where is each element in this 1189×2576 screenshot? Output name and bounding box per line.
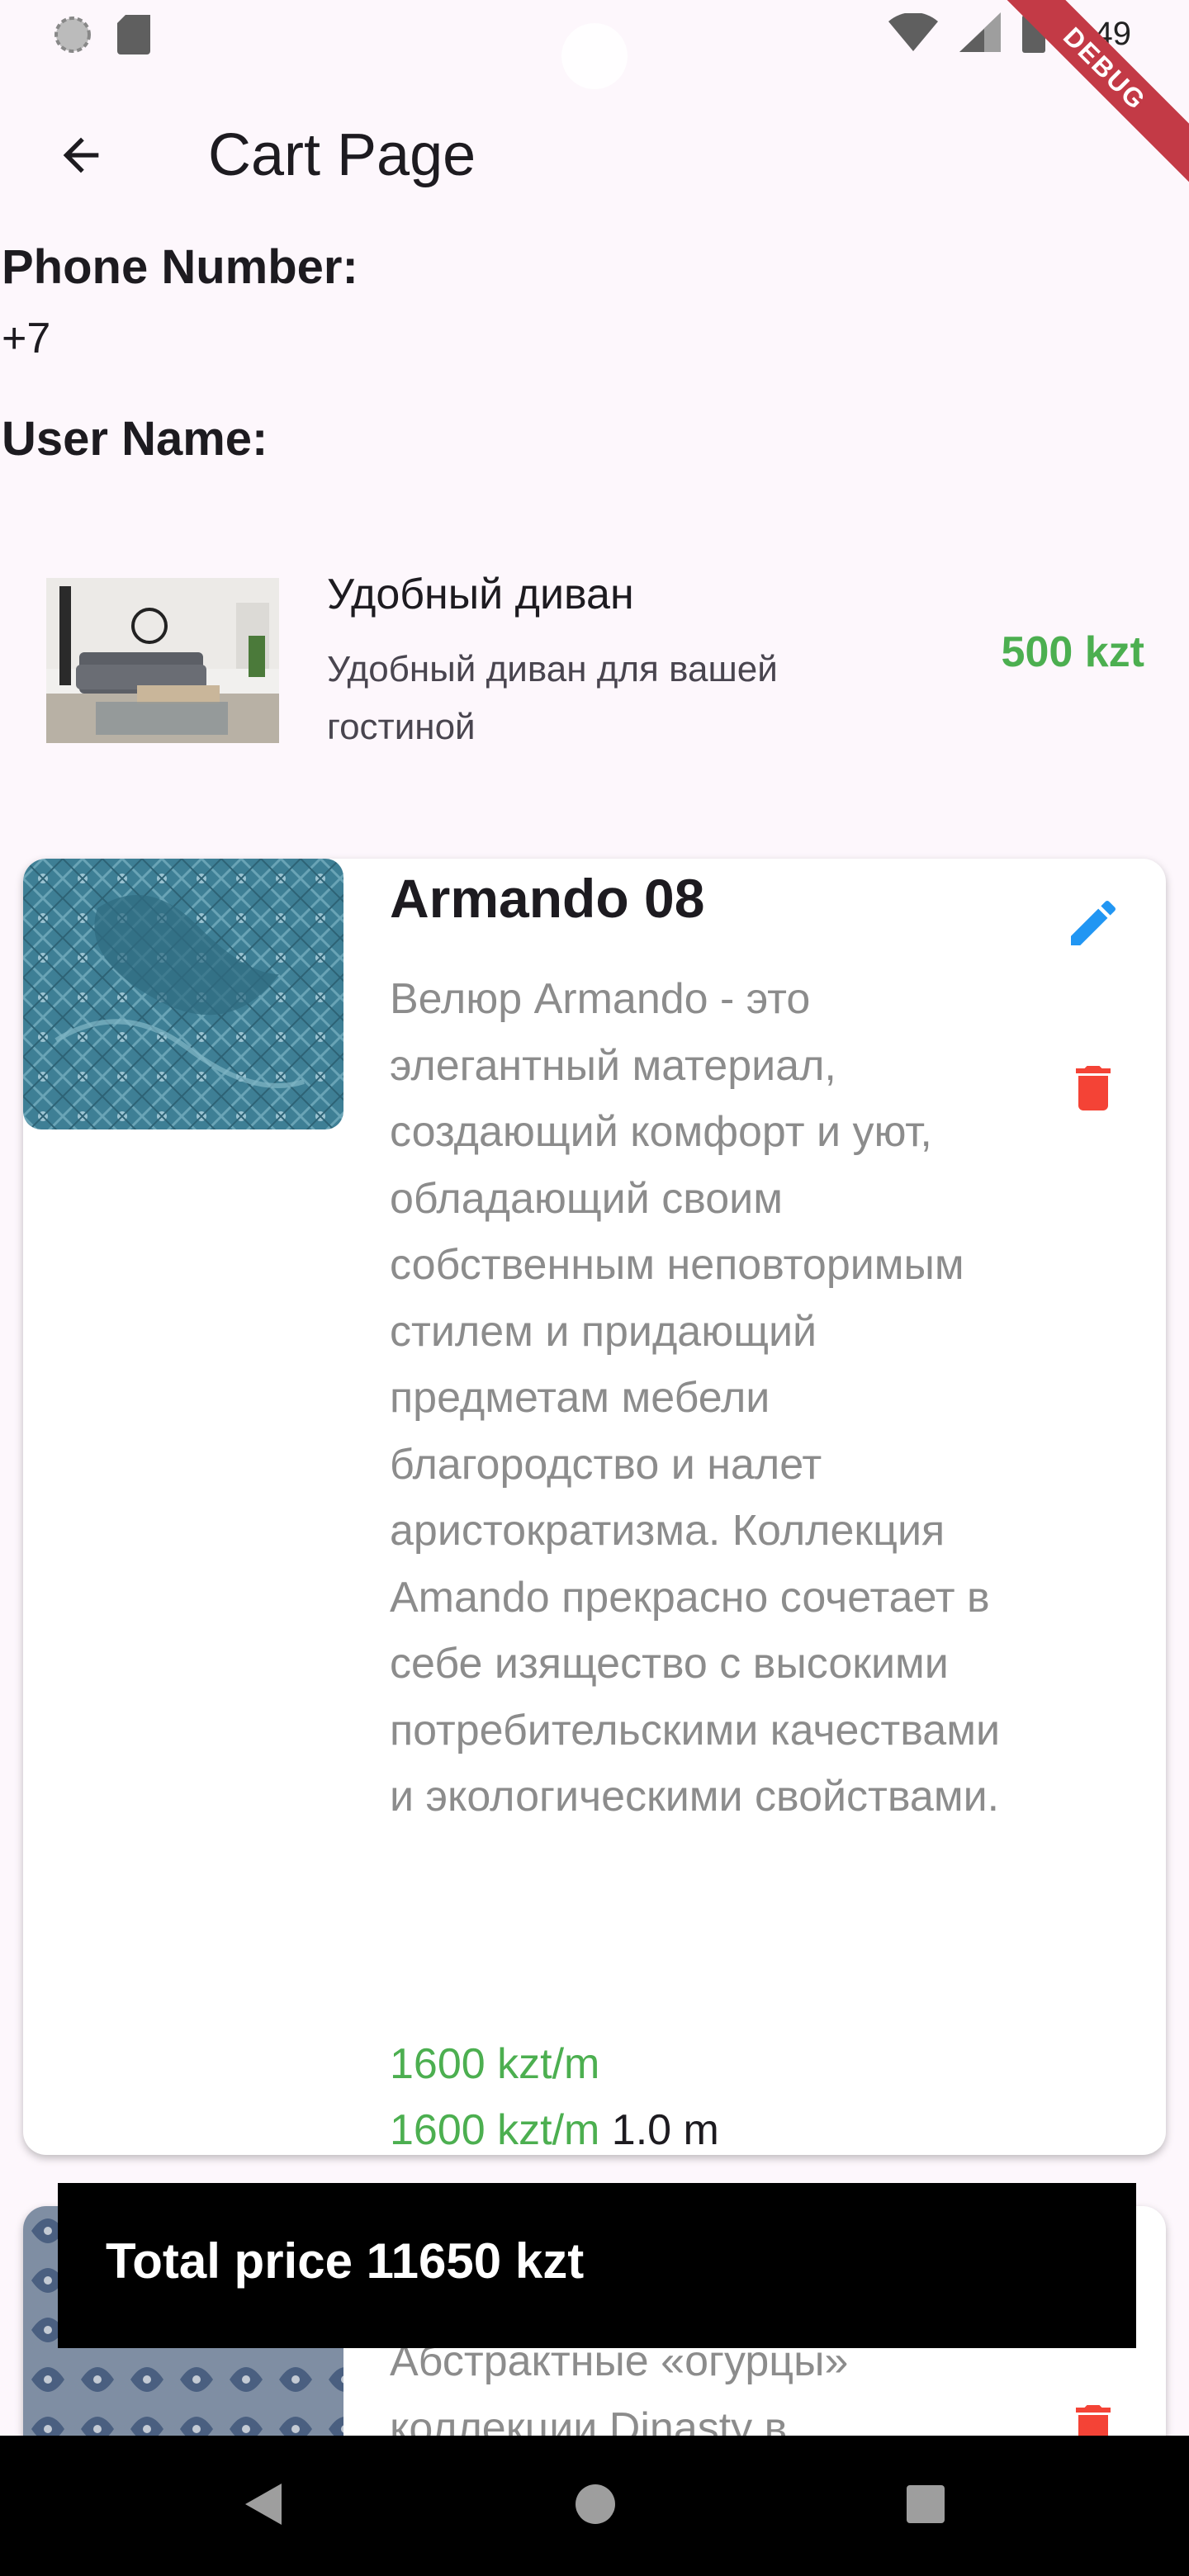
cart-item-quantity: 1.0 m xyxy=(611,2106,719,2154)
featured-product-price: 500 kzt xyxy=(1001,628,1144,676)
total-price-text: Total price 11650 kzt xyxy=(106,2233,585,2289)
back-button[interactable] xyxy=(40,116,122,198)
featured-product-subtitle: Удобный диван для вашей гостиной xyxy=(327,649,778,747)
page-title: Cart Page xyxy=(208,122,476,188)
edit-button[interactable] xyxy=(1060,892,1126,958)
camera-cutout xyxy=(561,23,628,89)
wifi-icon xyxy=(888,12,939,55)
cart-item-description: Велюр Armando - это элегантный материал,… xyxy=(390,975,1000,1821)
circle-home-icon xyxy=(575,2484,616,2529)
signal-icon xyxy=(959,12,1002,56)
delete-button[interactable] xyxy=(1060,1057,1126,1123)
nav-back-button[interactable] xyxy=(228,2469,302,2543)
arrow-back-icon xyxy=(54,129,107,186)
cart-item-line-price: 1600 kzt/m 1.0 m xyxy=(390,2105,719,2155)
phone-number-label: Phone Number: xyxy=(2,240,358,294)
system-navigation-bar xyxy=(0,2436,1189,2576)
sd-card-icon xyxy=(117,15,150,59)
delete-icon xyxy=(1063,1058,1123,1122)
status-bar: 5:49 DEBUG xyxy=(0,0,1189,188)
status-left-icons xyxy=(53,15,150,59)
triangle-back-icon xyxy=(245,2483,285,2529)
app-bar: Cart Page xyxy=(0,99,1189,198)
edit-icon xyxy=(1063,893,1123,957)
cart-item-title: Armando 08 xyxy=(390,868,705,929)
sofa-image xyxy=(46,578,279,743)
phone-number-value: +7 xyxy=(2,315,51,362)
total-price-bar: Total price 11650 kzt xyxy=(58,2183,1136,2348)
cart-item-unit-price: 1600 kzt/m xyxy=(390,2040,600,2088)
cart-item-line-price-value: 1600 kzt/m xyxy=(390,2106,600,2154)
featured-product-tile[interactable]: Удобный диван Удобный диван для вашей го… xyxy=(46,570,1144,760)
loading-icon xyxy=(53,15,92,59)
user-name-label: User Name: xyxy=(2,412,268,466)
nav-recents-button[interactable] xyxy=(888,2469,963,2543)
square-recents-icon xyxy=(907,2484,945,2527)
cart-item-card: Armando 08 Велюр Armando - это элегантны… xyxy=(23,859,1166,2155)
nav-home-button[interactable] xyxy=(558,2469,632,2543)
featured-product-title: Удобный диван xyxy=(327,571,634,618)
fabric-swatch-image xyxy=(23,859,343,1129)
